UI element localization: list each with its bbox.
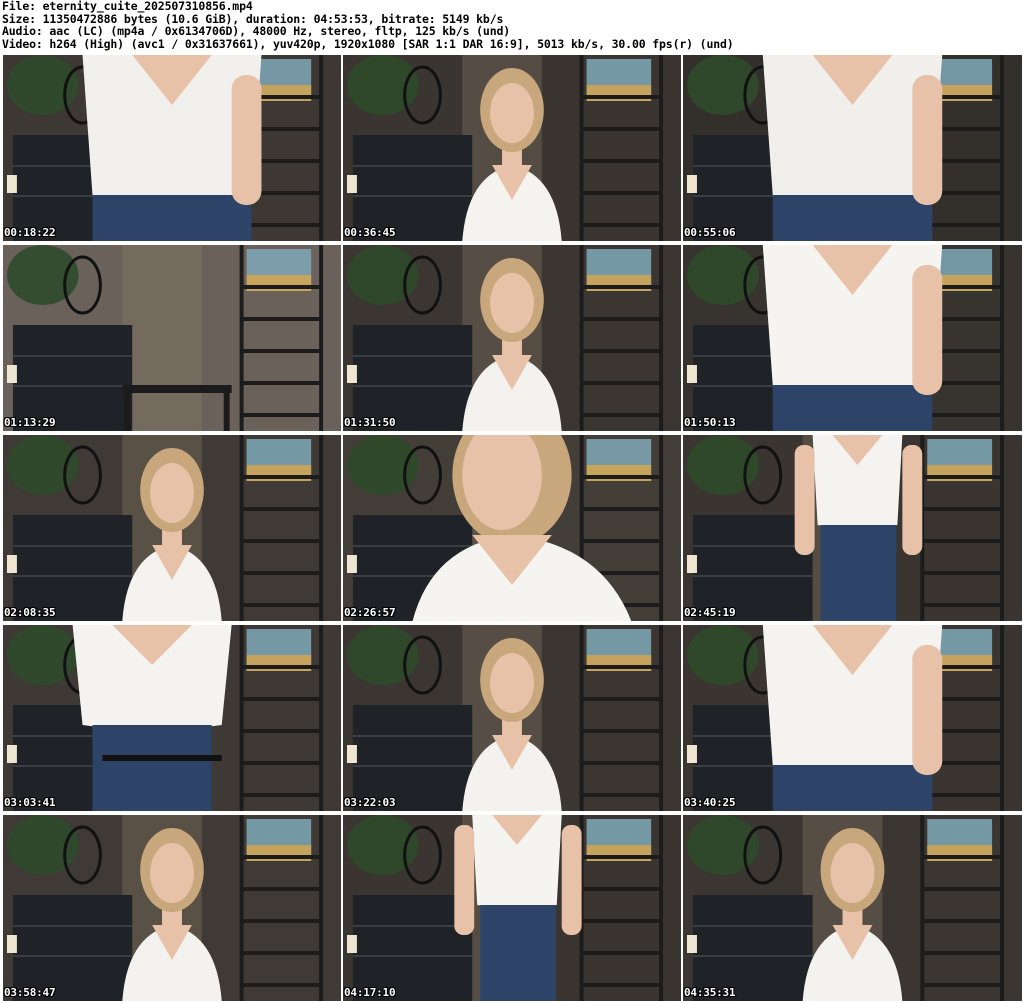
- thumbnail-timestamp: 01:31:50: [344, 416, 396, 429]
- thumbnail-frame-image: [3, 625, 341, 811]
- thumbnail-timestamp: 03:03:41: [4, 796, 56, 809]
- room-background: [3, 245, 341, 431]
- video-thumbnail: 03:22:03: [343, 625, 681, 811]
- thumbnail-frame-image: [3, 435, 341, 621]
- video-thumbnail: 00:55:06: [683, 55, 1022, 241]
- thumbnail-frame-image: [683, 815, 1022, 1001]
- video-thumbnail: 02:45:19: [683, 435, 1022, 621]
- video-thumbnail: 01:13:29: [3, 245, 341, 431]
- thumbnail-frame-image: [343, 815, 681, 1001]
- thumbnail-frame-image: [3, 815, 341, 1001]
- thumbnail-frame-image: [683, 435, 1022, 621]
- thumbnail-frame-image: [3, 245, 341, 431]
- video-thumbnail: 03:40:25: [683, 625, 1022, 811]
- person-figure: [762, 55, 943, 241]
- file-info-header: File: eternity_cuite_202507310856.mp4 Si…: [2, 0, 1022, 52]
- thumbnail-frame-image: [343, 55, 681, 241]
- thumbnail-timestamp: 04:17:10: [344, 986, 396, 999]
- video-thumbnail: 02:26:57: [343, 435, 681, 621]
- video-info-line: Video: h264 (High) (avc1 / 0x31637661), …: [2, 36, 734, 51]
- video-thumbnail: 00:18:22: [3, 55, 341, 241]
- thumbnail-timestamp: 02:08:35: [4, 606, 56, 619]
- video-thumbnail: 04:35:31: [683, 815, 1022, 1001]
- thumbnail-frame-image: [683, 245, 1022, 431]
- file-name-line: File: eternity_cuite_202507310856.mp4: [2, 0, 253, 13]
- video-thumbnail: 01:50:13: [683, 245, 1022, 431]
- video-thumbnail: 01:31:50: [343, 245, 681, 431]
- thumbnail-timestamp: 03:40:25: [684, 796, 736, 809]
- thumbnail-timestamp: 00:18:22: [4, 226, 56, 239]
- video-thumbnail: 04:17:10: [343, 815, 681, 1001]
- person-figure: [762, 625, 943, 811]
- audio-info-line: Audio: aac (LC) (mp4a / 0x6134706D), 480…: [2, 24, 511, 38]
- thumbnail-timestamp: 00:55:06: [684, 226, 736, 239]
- thumbnail-frame-image: [343, 435, 681, 621]
- video-thumbnail: 03:58:47: [3, 815, 341, 1001]
- thumbnail-timestamp: 02:45:19: [684, 606, 736, 619]
- thumbnail-timestamp: 04:35:31: [684, 986, 736, 999]
- thumbnail-frame-image: [683, 55, 1022, 241]
- thumbnail-timestamp: 00:36:45: [344, 226, 396, 239]
- thumbnail-timestamp: 03:22:03: [344, 796, 396, 809]
- video-thumbnail: 03:03:41: [3, 625, 341, 811]
- person-figure: [72, 625, 232, 811]
- thumbnail-grid: 00:18:22 00:36:45 00:55:06 01:13:29 01:31:50…: [3, 55, 1022, 1001]
- thumbnail-frame-image: [683, 625, 1022, 811]
- thumbnail-frame-image: [343, 245, 681, 431]
- thumbnail-frame-image: [3, 55, 341, 241]
- video-thumbnail: 00:36:45: [343, 55, 681, 241]
- thumbnail-timestamp: 03:58:47: [4, 986, 56, 999]
- thumbnail-frame-image: [343, 625, 681, 811]
- person-figure: [82, 55, 262, 241]
- thumbnail-timestamp: 01:13:29: [4, 416, 56, 429]
- thumbnail-timestamp: 02:26:57: [344, 606, 396, 619]
- thumbnail-timestamp: 01:50:13: [684, 416, 736, 429]
- video-thumbnail: 02:08:35: [3, 435, 341, 621]
- person-figure: [762, 245, 943, 431]
